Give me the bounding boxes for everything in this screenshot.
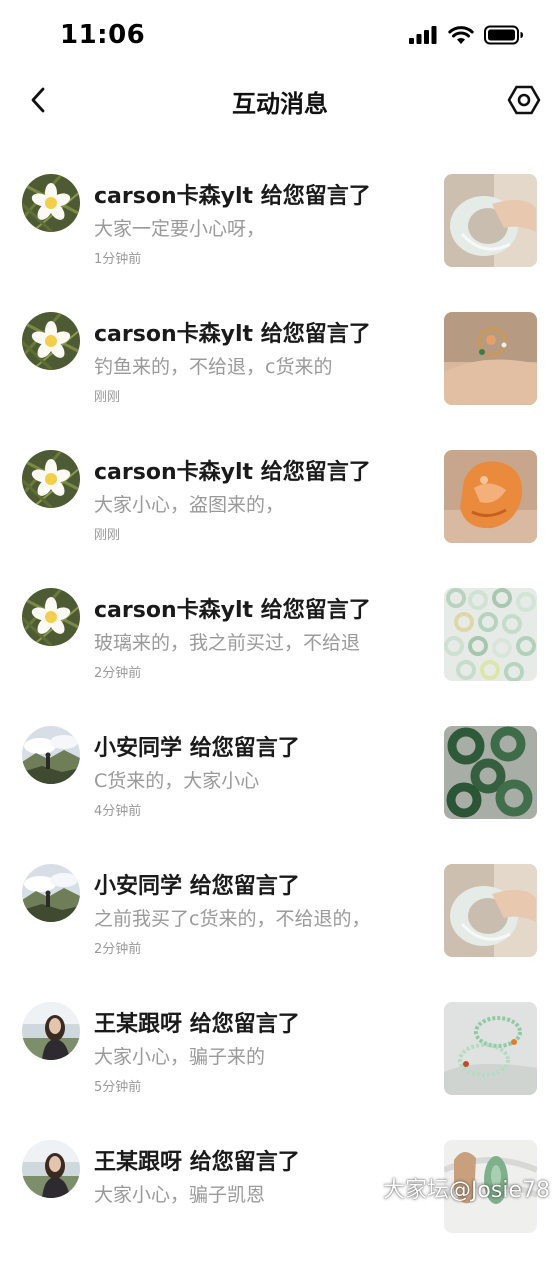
action-text: 给您留言了: [189, 874, 300, 899]
post-thumbnail[interactable]: [444, 588, 537, 681]
message-title: 王某跟呀 给您留言了: [94, 1144, 300, 1176]
message-text: 大家小心，骗子来的: [94, 1046, 266, 1068]
list-item[interactable]: 小安同学 给您留言了 C货来的，大家小心 4分钟前: [0, 720, 560, 858]
user-name[interactable]: 小安同学: [94, 736, 182, 761]
user-name[interactable]: 王某跟呀: [94, 1012, 182, 1037]
post-thumbnail[interactable]: [444, 864, 537, 957]
message-title: 小安同学 给您留言了: [94, 730, 300, 762]
user-name[interactable]: carson卡森ylt: [94, 184, 253, 209]
avatar[interactable]: [22, 174, 80, 232]
list-item[interactable]: carson卡森ylt 给您留言了 钓鱼来的，不给退，c货来的 刚刚: [0, 306, 560, 444]
post-thumbnail[interactable]: [444, 726, 537, 819]
avatar[interactable]: [22, 864, 80, 922]
action-text: 给您留言了: [189, 1012, 300, 1037]
user-name[interactable]: 小安同学: [94, 874, 182, 899]
message-title: carson卡森ylt 给您留言了: [94, 178, 371, 210]
message-time: 刚刚: [94, 390, 121, 405]
battery-icon: [484, 25, 523, 45]
status-icons: [408, 25, 524, 45]
message-title: carson卡森ylt 给您留言了: [94, 454, 371, 486]
list-item[interactable]: carson卡森ylt 给您留言了 大家一定要小心呀， 1分钟前: [0, 168, 560, 306]
status-time: 11:06: [60, 20, 146, 50]
list-item[interactable]: 王某跟呀 给您留言了 大家小心，骗子来的 5分钟前: [0, 996, 560, 1134]
message-text: 玻璃来的，我之前买过，不给退: [94, 632, 361, 654]
list-item[interactable]: carson卡森ylt 给您留言了 玻璃来的，我之前买过，不给退 2分钟前: [0, 582, 560, 720]
avatar[interactable]: [22, 726, 80, 784]
message-text: 大家小心，盗图来的，: [94, 494, 285, 516]
settings-button[interactable]: [504, 80, 544, 120]
message-title: carson卡森ylt 给您留言了: [94, 316, 371, 348]
action-text: 给您留言了: [260, 184, 371, 209]
avatar[interactable]: [22, 312, 80, 370]
action-text: 给您留言了: [260, 598, 371, 623]
list-item[interactable]: 小安同学 给您留言了 之前我买了c货来的，不给退的， 2分钟前: [0, 858, 560, 996]
settings-hexagon-icon: [507, 85, 541, 115]
message-time: 4分钟前: [94, 804, 142, 819]
message-time: 1分钟前: [94, 252, 142, 267]
page-title: 互动消息: [232, 90, 328, 118]
message-time: 刚刚: [94, 528, 121, 543]
message-list: carson卡森ylt 给您留言了 大家一定要小心呀， 1分钟前 carson卡…: [0, 168, 560, 1272]
message-time: 5分钟前: [94, 1080, 142, 1095]
action-text: 给您留言了: [260, 322, 371, 347]
avatar[interactable]: [22, 450, 80, 508]
message-time: 2分钟前: [94, 942, 142, 957]
wifi-icon: [448, 26, 474, 44]
nav-bar: 互动消息: [0, 70, 560, 130]
avatar[interactable]: [22, 588, 80, 646]
watermark: 大家坛@Josie78: [382, 1178, 550, 1203]
message-text: 大家一定要小心呀，: [94, 218, 266, 240]
action-text: 给您留言了: [189, 1150, 300, 1175]
message-title: 王某跟呀 给您留言了: [94, 1006, 300, 1038]
user-name[interactable]: carson卡森ylt: [94, 460, 253, 485]
signal-icon: [409, 26, 437, 44]
post-thumbnail[interactable]: [444, 174, 537, 267]
avatar[interactable]: [22, 1002, 80, 1060]
list-item[interactable]: carson卡森ylt 给您留言了 大家小心，盗图来的， 刚刚: [0, 444, 560, 582]
post-thumbnail[interactable]: [444, 450, 537, 543]
action-text: 给您留言了: [260, 460, 371, 485]
action-text: 给您留言了: [189, 736, 300, 761]
user-name[interactable]: carson卡森ylt: [94, 322, 253, 347]
message-title: carson卡森ylt 给您留言了: [94, 592, 371, 624]
message-text: 大家小心，骗子凯恩: [94, 1184, 266, 1206]
message-text: 钓鱼来的，不给退，c货来的: [94, 356, 333, 378]
avatar[interactable]: [22, 1140, 80, 1198]
message-text: C货来的，大家小心: [94, 770, 260, 792]
user-name[interactable]: 王某跟呀: [94, 1150, 182, 1175]
user-name[interactable]: carson卡森ylt: [94, 598, 253, 623]
message-time: 2分钟前: [94, 666, 142, 681]
status-bar: 11:06: [0, 0, 560, 70]
message-title: 小安同学 给您留言了: [94, 868, 300, 900]
message-text: 之前我买了c货来的，不给退的，: [94, 908, 371, 930]
post-thumbnail[interactable]: [444, 1002, 537, 1095]
post-thumbnail[interactable]: [444, 312, 537, 405]
